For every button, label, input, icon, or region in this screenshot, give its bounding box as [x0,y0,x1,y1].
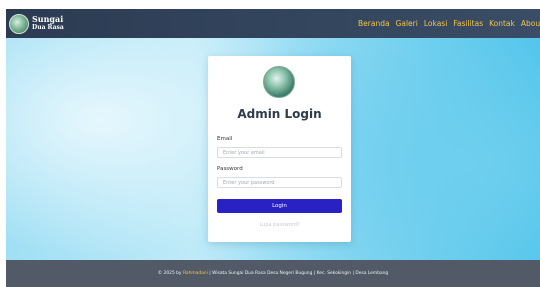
login-button[interactable]: Login [217,199,342,213]
login-card: Admin Login Email Enter your email Passw… [208,56,351,242]
email-label: Email [217,136,233,142]
brand[interactable]: Sungai Dua Rasa [9,12,64,35]
brand-subname: Dua Rasa [32,24,64,31]
navbar: Sungai Dua Rasa Beranda Galeri Lokasi Fa… [6,9,540,38]
brand-name: Sungai [32,14,64,24]
brand-logo-icon [9,13,29,34]
footer-copyright: © 2025 by [157,271,182,276]
nav-link-lokasi[interactable]: Lokasi [424,19,447,28]
nav-link-galeri[interactable]: Galeri [396,19,418,28]
email-field[interactable]: Enter your email [217,147,342,158]
nav-link-fasilitas[interactable]: Fasilitas [453,19,483,28]
footer-info: | Wisata Sungai Dua Rasa Desa Negeri Bug… [209,271,389,276]
footer: © 2025 by Rahmadani | Wisata Sungai Dua … [6,260,540,287]
nav-link-beranda[interactable]: Beranda [358,19,390,28]
nav-links: Beranda Galeri Lokasi Fasilitas Kontak A… [358,9,540,38]
login-title: Admin Login [237,107,322,121]
footer-author-link[interactable]: Rahmadani [183,271,208,276]
forgot-password-link[interactable]: Lupa password? [208,222,351,228]
nav-link-about[interactable]: About [521,19,540,28]
password-label: Password [217,166,243,172]
password-field[interactable]: Enter your password [217,177,342,188]
brand-text: Sungai Dua Rasa [32,15,64,32]
page-frame: Sungai Dua Rasa Beranda Galeri Lokasi Fa… [6,9,540,287]
nav-link-kontak[interactable]: Kontak [489,19,515,28]
logo-icon [263,66,295,98]
